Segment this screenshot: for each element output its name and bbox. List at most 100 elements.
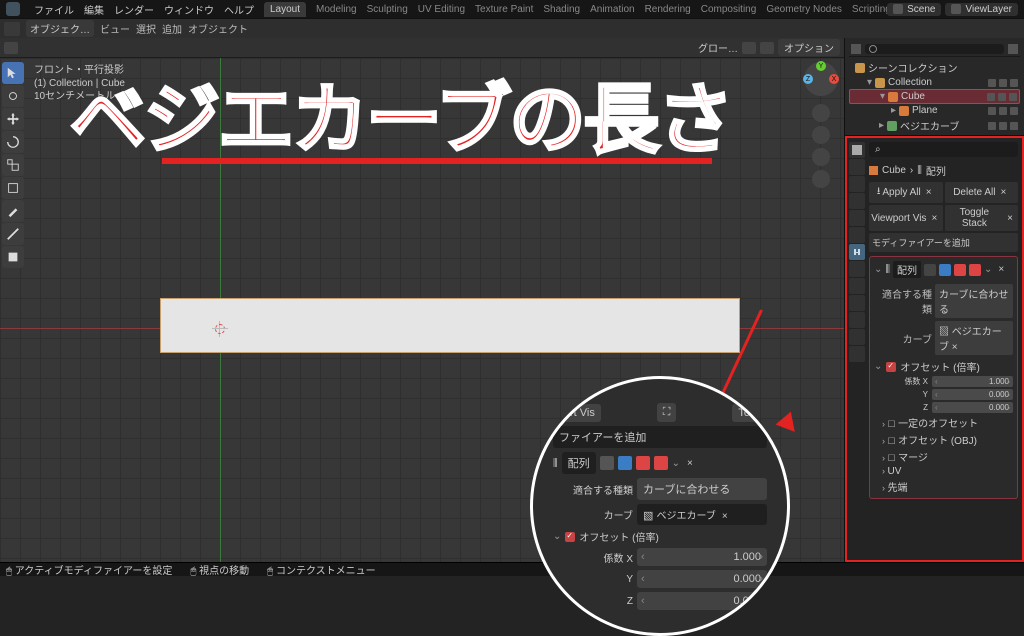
close-icon[interactable]: × xyxy=(1004,213,1016,224)
close-icon[interactable]: × xyxy=(923,187,935,198)
close-icon[interactable]: × xyxy=(928,213,940,224)
outliner-editor-icon[interactable] xyxy=(851,44,861,54)
outliner-curve[interactable]: ▸ベジエカーブ xyxy=(849,117,1020,134)
display-edit-icon[interactable] xyxy=(924,264,936,276)
measure-tool-button[interactable] xyxy=(2,223,24,245)
outliner-plane[interactable]: ▸Plane xyxy=(849,104,1020,117)
menu-view[interactable]: ビュー xyxy=(100,21,130,36)
cursor-tool-button[interactable] xyxy=(2,85,24,107)
snap-toggle[interactable] xyxy=(742,42,756,54)
merge-section[interactable]: › ☐ マージ xyxy=(874,447,1013,464)
annotation-underline xyxy=(162,158,712,164)
viewport-header-secondary: オブジェク… ビュー 選択 追加 オブジェクト xyxy=(0,18,1024,38)
rotate-tool-button[interactable] xyxy=(2,131,24,153)
material-tab[interactable] xyxy=(849,329,865,345)
menu-render[interactable]: レンダー xyxy=(114,2,154,17)
constant-offset-section[interactable]: › ☐ 一定のオフセット xyxy=(874,413,1013,430)
viewport-vis-button[interactable]: Viewport Vis× xyxy=(869,205,943,231)
workspace-scripting[interactable]: Scripting xyxy=(852,4,891,15)
move-tool-button[interactable] xyxy=(2,108,24,130)
render-tab[interactable] xyxy=(849,142,865,158)
menu-object[interactable]: オブジェクト xyxy=(188,21,248,36)
scene-tab[interactable] xyxy=(849,193,865,209)
annotate-tool-button[interactable] xyxy=(2,200,24,222)
proportional-edit-toggle[interactable] xyxy=(760,42,774,54)
menu-select[interactable]: 選択 xyxy=(136,21,156,36)
modifier-name-input[interactable]: 配列 xyxy=(893,261,921,278)
pan-gizmo-button[interactable] xyxy=(812,126,830,144)
object-tab[interactable] xyxy=(849,227,865,243)
uv-section[interactable]: › UV xyxy=(874,464,1013,477)
close-icon[interactable]: × xyxy=(997,187,1009,198)
relative-offset-checkbox[interactable] xyxy=(886,362,896,372)
chevron-down-icon[interactable]: ⌄ xyxy=(874,264,882,275)
outliner-collection[interactable]: ▾Collection xyxy=(849,76,1020,89)
menu-edit[interactable]: 編集 xyxy=(84,2,104,17)
physics-tab[interactable] xyxy=(849,278,865,294)
factor-z-zoom: 0.000 xyxy=(637,592,767,610)
viewlayer-tab[interactable] xyxy=(849,176,865,192)
menu-file[interactable]: ファイル xyxy=(34,2,74,17)
workspace-texture[interactable]: Texture Paint xyxy=(475,4,533,15)
editor-type-icon[interactable] xyxy=(4,22,20,36)
caps-section[interactable]: › 先端 xyxy=(874,477,1013,494)
camera-gizmo-button[interactable] xyxy=(812,148,830,166)
workspace-animation[interactable]: Animation xyxy=(590,4,634,15)
texture-tab[interactable] xyxy=(849,346,865,362)
workspace-rendering[interactable]: Rendering xyxy=(645,4,691,15)
close-icon[interactable]: × xyxy=(995,264,1007,275)
factor-y-input[interactable]: 0.000 xyxy=(932,389,1013,400)
outliner-cube[interactable]: ▾Cube xyxy=(849,89,1020,104)
world-tab[interactable] xyxy=(849,210,865,226)
workspace-compositing[interactable]: Compositing xyxy=(701,4,757,15)
particle-tab[interactable] xyxy=(849,261,865,277)
workspace-uv[interactable]: UV Editing xyxy=(418,4,465,15)
modifier-tab[interactable] xyxy=(849,244,865,260)
viewlayer-selector[interactable]: ViewLayer xyxy=(945,3,1018,16)
object-offset-section[interactable]: › ☐ オフセット (OBJ) xyxy=(874,430,1013,447)
arrayed-cube-mesh[interactable] xyxy=(160,298,740,353)
apply-all-button[interactable]: ⭳Apply All× xyxy=(869,182,943,203)
zoom-gizmo-button[interactable] xyxy=(812,104,830,122)
constraint-tab[interactable] xyxy=(849,295,865,311)
nav-gizmo-icon[interactable]: XYZ xyxy=(804,62,838,96)
curve-picker[interactable]: ▧ ベジエカーブ × xyxy=(935,321,1013,355)
menu-window[interactable]: ウィンドウ xyxy=(164,2,214,17)
display-viewport-icon[interactable] xyxy=(939,264,951,276)
workspace-sculpting[interactable]: Sculpting xyxy=(367,4,408,15)
outliner-search-input[interactable] xyxy=(865,44,1004,54)
factor-x-input[interactable]: 1.000 xyxy=(932,376,1013,387)
toggle-stack-button[interactable]: Toggle Stack× xyxy=(945,205,1019,231)
add-cube-tool-button[interactable] xyxy=(2,246,24,268)
workspace-modeling[interactable]: Modeling xyxy=(316,4,357,15)
scene-selector[interactable]: Scene xyxy=(887,3,941,16)
properties-search-input[interactable]: ⌕ xyxy=(869,142,1018,157)
add-modifier-dropdown-zoom: ファイアーを追加 xyxy=(553,426,767,448)
output-tab[interactable] xyxy=(849,159,865,175)
data-tab[interactable] xyxy=(849,312,865,328)
scale-tool-button[interactable] xyxy=(2,154,24,176)
display-cage-icon[interactable] xyxy=(969,264,981,276)
persp-gizmo-button[interactable] xyxy=(812,170,830,188)
workspace-shading[interactable]: Shading xyxy=(543,4,580,15)
properties-panel: ⌕ Cube› ⫼ 配列 ⭳Apply All× Delete All× Vie… xyxy=(845,136,1024,562)
workspace-layout[interactable]: Layout xyxy=(264,2,306,17)
workspace-geonodes[interactable]: Geometry Nodes xyxy=(766,4,842,15)
delete-all-button[interactable]: Delete All× xyxy=(945,182,1019,203)
mode-dropdown[interactable]: オブジェク… xyxy=(26,20,94,37)
top-menu-bar: ファイル 編集 レンダー ウィンドウ ヘルプ Layout Modeling S… xyxy=(0,0,1024,18)
options-dropdown[interactable]: オプション xyxy=(778,39,840,56)
outliner-filter-icon[interactable] xyxy=(1008,44,1018,54)
fit-type-dropdown[interactable]: カーブに合わせる xyxy=(935,284,1013,318)
outliner-scene-collection[interactable]: シーンコレクション xyxy=(849,59,1020,76)
select-tool-button[interactable] xyxy=(2,62,24,84)
menu-add[interactable]: 追加 xyxy=(162,21,182,36)
orientation-dropdown[interactable] xyxy=(4,42,18,54)
orientation-global[interactable]: グロー… xyxy=(698,40,738,55)
factor-z-input[interactable]: 0.000 xyxy=(932,402,1013,413)
display-render-icon[interactable] xyxy=(954,264,966,276)
chevron-down-icon[interactable]: ⌄ xyxy=(984,264,992,275)
add-modifier-dropdown[interactable]: モディファイアーを追加 xyxy=(869,233,1018,252)
menu-help[interactable]: ヘルプ xyxy=(224,2,254,17)
transform-tool-button[interactable] xyxy=(2,177,24,199)
